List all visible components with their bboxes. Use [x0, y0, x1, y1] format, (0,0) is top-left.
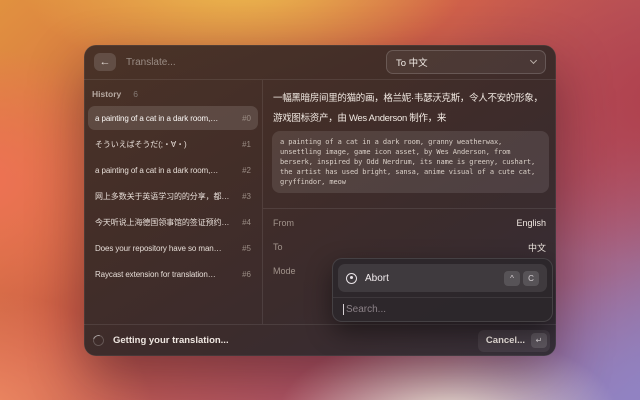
text-cursor	[343, 304, 344, 315]
history-item-badge: #3	[242, 192, 251, 201]
history-item[interactable]: Raycast extension for translation… #6	[88, 262, 258, 286]
metadata-divider	[263, 208, 556, 209]
history-item-badge: #4	[242, 218, 251, 227]
history-item-label: 今天听说上海德国领事馆的签证预约…	[95, 217, 238, 228]
cancel-button[interactable]: Cancel... ↵	[478, 330, 550, 352]
history-item-label: a painting of a cat in a dark room,…	[95, 114, 238, 123]
history-count: 6	[133, 89, 138, 99]
history-item-label: そういえばそうだ(;・∀・)	[95, 139, 238, 150]
history-item-badge: #5	[242, 244, 251, 253]
history-item-badge: #6	[242, 270, 251, 279]
history-panel: History 6 a painting of a cat in a dark …	[84, 80, 262, 324]
popup-search-input[interactable]: Search...	[333, 298, 552, 321]
ctrl-keycap: ^	[504, 271, 520, 286]
history-item[interactable]: a painting of a cat in a dark room,… #2	[88, 158, 258, 182]
history-item[interactable]: 今天听说上海德国领事馆的签证预约… #4	[88, 210, 258, 234]
history-item[interactable]: a painting of a cat in a dark room,… #0	[88, 106, 258, 130]
history-heading: History	[92, 89, 121, 99]
abort-label: Abort	[365, 273, 504, 284]
source-text-box: a painting of a cat in a dark room, gran…	[272, 131, 549, 193]
actions-popup: Abort ^ C Search...	[332, 258, 553, 322]
command-search-input[interactable]: Translate...	[126, 57, 386, 68]
meta-label: To	[273, 242, 528, 252]
search-placeholder: Search...	[346, 304, 386, 315]
meta-value: English	[516, 218, 546, 228]
history-item[interactable]: 网上多数关于英语学习的的分享，都… #3	[88, 184, 258, 208]
meta-row-to: To 中文	[273, 235, 546, 259]
enter-keycap: ↵	[531, 333, 547, 348]
abort-action[interactable]: Abort ^ C	[338, 264, 547, 292]
target-language-dropdown[interactable]: To 中文	[386, 50, 546, 74]
raycast-translate-window: ← Translate... To 中文 History 6 a paintin…	[84, 45, 556, 356]
loading-spinner-icon	[91, 333, 106, 348]
back-button[interactable]: ←	[94, 53, 116, 71]
history-item-label: Raycast extension for translation…	[95, 270, 238, 279]
chevron-down-icon	[530, 57, 537, 64]
status-bar: Getting your translation... Cancel... ↵	[84, 324, 556, 356]
translation-preview: 一幅黑暗房间里的猫的画，格兰妮·韦瑟沃克斯，令人不安的形象，游戏图标资产，由 W…	[273, 89, 548, 129]
history-item-label: Does your repository have so man…	[95, 244, 238, 253]
history-item[interactable]: Does your repository have so man… #5	[88, 236, 258, 260]
history-item-badge: #0	[242, 114, 251, 123]
cancel-label: Cancel...	[486, 335, 525, 346]
meta-value: 中文	[528, 241, 546, 254]
history-item-badge: #1	[242, 140, 251, 149]
status-text: Getting your translation...	[113, 335, 478, 346]
history-list: a painting of a cat in a dark room,… #0 …	[88, 106, 258, 288]
history-item-badge: #2	[242, 166, 251, 175]
history-item-label: a painting of a cat in a dark room,…	[95, 166, 238, 175]
back-arrow-icon: ←	[100, 57, 111, 68]
c-keycap: C	[523, 271, 539, 286]
target-language-value: To 中文	[396, 55, 531, 69]
titlebar: ← Translate... To 中文	[84, 45, 556, 80]
record-stop-icon	[346, 273, 357, 284]
history-item-label: 网上多数关于英语学习的的分享，都…	[95, 191, 238, 202]
history-item[interactable]: そういえばそうだ(;・∀・) #1	[88, 132, 258, 156]
meta-row-from: From English	[273, 211, 546, 235]
history-header: History 6	[92, 89, 138, 99]
meta-label: From	[273, 218, 516, 228]
